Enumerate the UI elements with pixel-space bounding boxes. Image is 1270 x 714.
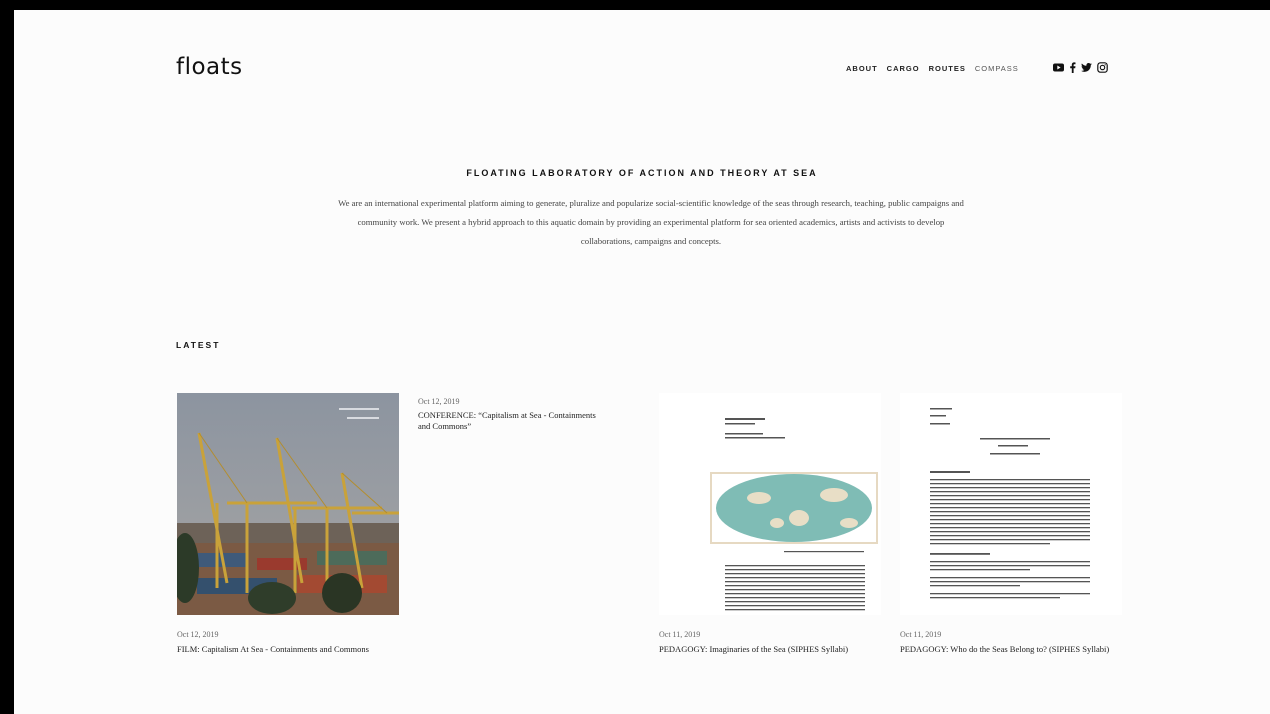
nav-routes[interactable]: ROUTES bbox=[929, 64, 966, 73]
social-links bbox=[1053, 62, 1108, 73]
post-title-link[interactable]: PEDAGOGY: Who do the Seas Belong to? (SI… bbox=[900, 644, 1122, 655]
site-logo[interactable]: floats bbox=[176, 54, 243, 80]
mission-text: We are an international experimental pla… bbox=[338, 198, 964, 246]
post-date: Oct 12, 2019 bbox=[418, 397, 460, 406]
youtube-icon[interactable] bbox=[1053, 63, 1064, 72]
post-title-link[interactable]: FILM: Capitalism At Sea - Containments a… bbox=[177, 644, 399, 655]
mission-title: FLOATING LABORATORY OF ACTION AND THEORY… bbox=[466, 168, 818, 178]
post-date: Oct 11, 2019 bbox=[900, 630, 942, 639]
facebook-icon[interactable] bbox=[1069, 62, 1076, 73]
twitter-icon[interactable] bbox=[1081, 63, 1092, 72]
nav-about[interactable]: ABOUT bbox=[846, 64, 878, 73]
post-title-link[interactable]: PEDAGOGY: Imaginaries of the Sea (SIPHES… bbox=[659, 644, 881, 655]
post-thumbnail-syllabus[interactable] bbox=[900, 393, 1122, 615]
latest-heading: LATEST bbox=[176, 340, 221, 350]
post-thumbnail-film[interactable] bbox=[177, 393, 399, 615]
instagram-icon[interactable] bbox=[1097, 62, 1108, 73]
main-nav: ABOUT CARGO ROUTES COMPASS bbox=[846, 64, 1019, 73]
nav-compass[interactable]: COMPASS bbox=[975, 64, 1019, 73]
post-date: Oct 11, 2019 bbox=[659, 630, 701, 639]
post-title-link[interactable]: CONFERENCE: “Capitalism at Sea - Contain… bbox=[418, 410, 608, 432]
nav-cargo[interactable]: CARGO bbox=[887, 64, 920, 73]
post-thumbnail-syllabus[interactable] bbox=[659, 393, 881, 615]
page: floats ABOUT CARGO ROUTES COMPASS FLOATI… bbox=[14, 10, 1270, 714]
post-date: Oct 12, 2019 bbox=[177, 630, 219, 639]
